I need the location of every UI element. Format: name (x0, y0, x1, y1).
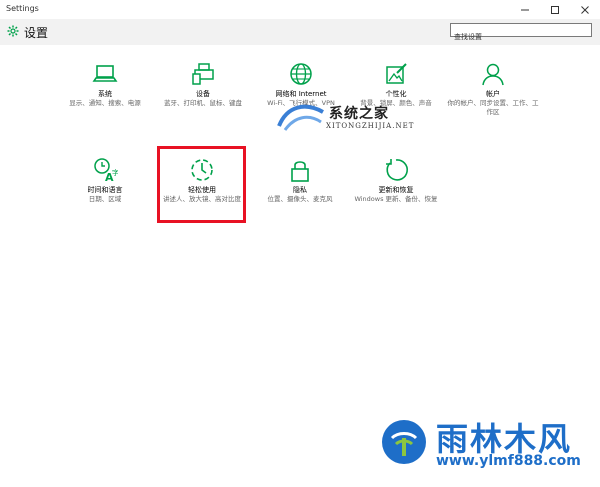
tile-title: 更新和恢复 (378, 186, 414, 194)
maximize-icon (551, 5, 559, 14)
tile-time-language[interactable]: A 字 时间和语言 日期、区域 (57, 157, 153, 204)
highlight-box (157, 146, 246, 223)
lock-icon (291, 161, 309, 182)
tile-description: 位置、摄像头、麦克风 (267, 195, 333, 203)
tile-title: 设备 (196, 90, 210, 98)
tile-description: Windows 更新、备份、恢复 (354, 195, 438, 203)
minimize-icon (521, 9, 529, 10)
brand-logo-icon (382, 420, 426, 464)
laptop-icon (92, 65, 118, 82)
close-icon (581, 5, 589, 14)
tile-description: 蓝牙、打印机、鼠标、键盘 (164, 99, 242, 107)
personalization-icon (386, 63, 407, 84)
tile-update-recovery[interactable]: 更新和恢复 Windows 更新、备份、恢复 (348, 157, 444, 204)
tile-accounts[interactable]: 帐户 你的帐户、同步设置、工作、工作区 (445, 61, 541, 117)
search-box[interactable] (450, 23, 592, 43)
brand-url: www.ylmf888.com (436, 453, 581, 469)
minimize-button[interactable] (510, 0, 540, 19)
search-input[interactable] (451, 31, 591, 43)
gear-icon (7, 25, 19, 37)
page-title: 设置 (24, 26, 49, 40)
globe-icon (290, 63, 312, 85)
tile-title: 隐私 (293, 186, 307, 194)
tile-description: 你的帐户、同步设置、工作、工作区 (447, 99, 539, 116)
tile-privacy[interactable]: 隐私 位置、摄像头、麦克风 (252, 157, 348, 204)
maximize-button[interactable] (540, 0, 570, 19)
tile-system[interactable]: 系统 显示、通知、搜索、电源 (57, 61, 153, 108)
tile-description: 显示、通知、搜索、电源 (69, 99, 141, 107)
watermark-subtext: XITONGZHIJIA.NET (326, 122, 415, 130)
tile-title: 时间和语言 (87, 186, 123, 194)
update-icon (386, 159, 408, 181)
tile-devices[interactable]: 设备 蓝牙、打印机、鼠标、键盘 (155, 61, 251, 108)
window-title: Settings (6, 4, 39, 13)
time-language-icon: A 字 (94, 158, 118, 183)
tile-description: 日期、区域 (88, 195, 122, 203)
tile-title: 系统 (98, 90, 112, 98)
window-titlebar: Settings (0, 0, 600, 20)
close-button[interactable] (570, 0, 600, 19)
account-icon (482, 63, 504, 86)
tile-title: 帐户 (486, 90, 500, 98)
watermark-text: 系统之家 (329, 106, 389, 122)
devices-icon (192, 63, 214, 85)
svg-text:字: 字 (112, 168, 118, 177)
